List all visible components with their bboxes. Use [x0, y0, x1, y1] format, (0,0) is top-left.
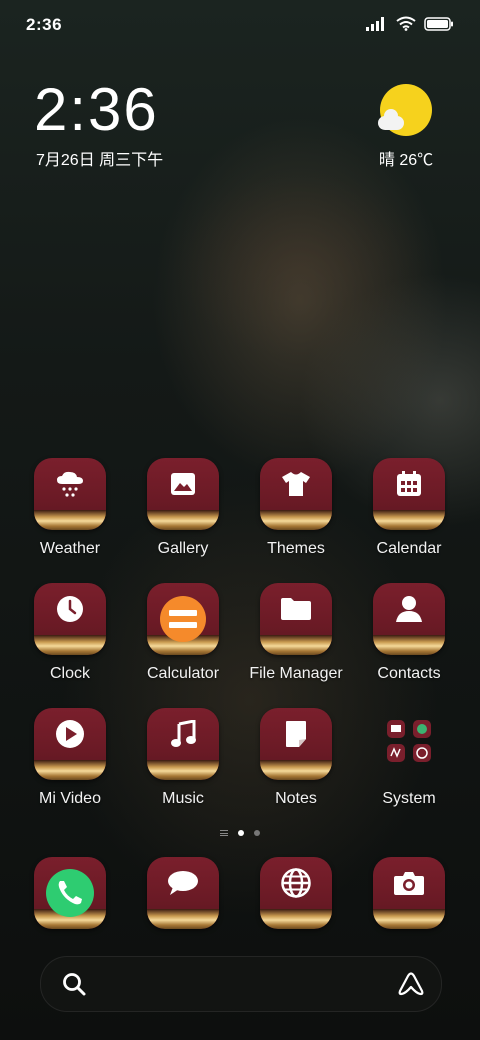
- music-note-icon: [147, 708, 219, 760]
- play-icon: [34, 708, 106, 760]
- contact-icon: [373, 583, 445, 635]
- camera-icon: [373, 857, 445, 909]
- weather-widget[interactable]: 晴 26℃: [366, 84, 446, 170]
- battery-icon: [424, 16, 454, 36]
- app-label: Notes: [275, 790, 317, 807]
- page-dot-active: [238, 830, 244, 836]
- sunny-weather-icon: [378, 84, 432, 136]
- status-bar: 2:36: [0, 0, 480, 50]
- folder-grid-icon: [373, 708, 445, 780]
- app-label: Clock: [49, 665, 90, 682]
- app-label: Gallery: [157, 540, 209, 557]
- page-list-icon: [220, 830, 228, 836]
- app-contacts[interactable]: Contacts: [353, 583, 465, 683]
- app-label: Mi Video: [39, 790, 101, 807]
- clock-widget-time[interactable]: 2:36: [34, 78, 159, 142]
- app-music[interactable]: Music: [127, 708, 239, 808]
- clock-icon: [34, 583, 106, 635]
- signal-icon: [366, 16, 388, 36]
- app-gallery[interactable]: Gallery: [127, 458, 239, 558]
- message-icon: [147, 857, 219, 909]
- folder-icon: [260, 583, 332, 635]
- app-label: Calendar: [376, 540, 442, 557]
- app-label: Themes: [267, 540, 325, 557]
- dock-camera[interactable]: [353, 857, 465, 929]
- weather-snow-icon: [34, 458, 106, 510]
- page-dot: [254, 830, 260, 836]
- search-bar[interactable]: [40, 956, 442, 1012]
- app-weather[interactable]: Weather: [14, 458, 126, 558]
- app-file-manager[interactable]: File Manager: [240, 583, 352, 683]
- app-system-folder[interactable]: System: [353, 708, 465, 808]
- status-icons: [366, 16, 454, 36]
- clock-widget-date: 7月26日 周三下午: [36, 152, 164, 169]
- app-label: Weather: [39, 540, 101, 557]
- globe-icon: [260, 857, 332, 909]
- page-indicator[interactable]: [0, 830, 480, 836]
- tshirt-icon: [260, 458, 332, 510]
- calendar-icon: [373, 458, 445, 510]
- dock-browser[interactable]: [240, 857, 352, 929]
- app-calendar[interactable]: Calendar: [353, 458, 465, 558]
- app-label: System: [382, 790, 436, 807]
- image-icon: [147, 458, 219, 510]
- app-themes[interactable]: Themes: [240, 458, 352, 558]
- weather-widget-text: 晴 26℃: [378, 152, 434, 169]
- app-label: Contacts: [377, 665, 441, 682]
- app-label: Calculator: [146, 665, 220, 682]
- search-icon[interactable]: [61, 971, 87, 1002]
- app-clock[interactable]: Clock: [14, 583, 126, 683]
- note-icon: [260, 708, 332, 760]
- app-notes[interactable]: Notes: [240, 708, 352, 808]
- app-calculator[interactable]: Calculator: [127, 583, 239, 683]
- assistant-icon[interactable]: [397, 971, 425, 1002]
- app-label: Music: [162, 790, 204, 807]
- wifi-icon: [396, 16, 416, 36]
- app-mi-video[interactable]: Mi Video: [14, 708, 126, 808]
- phone-icon: [34, 857, 106, 929]
- dock-phone[interactable]: [14, 857, 126, 929]
- app-label: File Manager: [249, 665, 343, 682]
- dock-messages[interactable]: [127, 857, 239, 929]
- status-time: 2:36: [26, 15, 63, 34]
- calculator-icon: [147, 583, 219, 655]
